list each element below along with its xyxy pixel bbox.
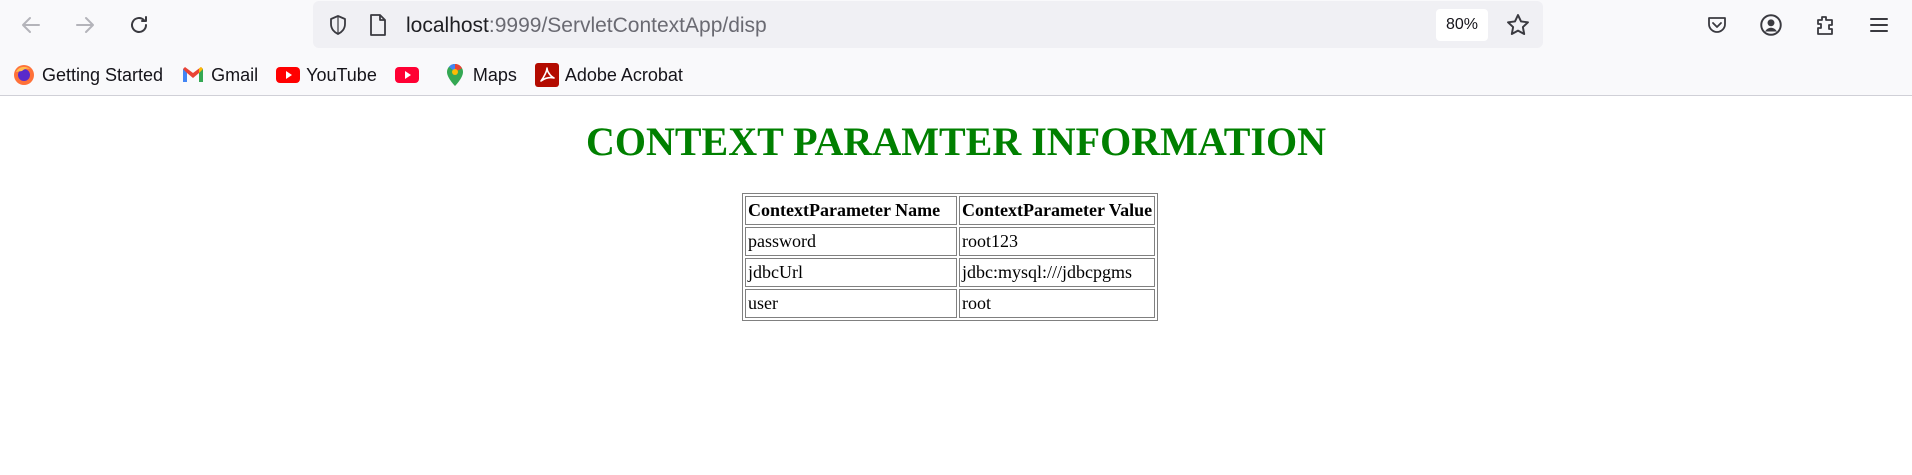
parameter-value-cell: root — [959, 289, 1156, 318]
parameter-name-cell: password — [745, 227, 957, 256]
reload-icon — [131, 16, 147, 33]
navigation-toolbar: localhost:9999/ServletContextApp/disp 80… — [0, 0, 1912, 50]
bookmark-label: YouTube — [306, 64, 377, 85]
bookmark-adobe-acrobat[interactable]: Adobe Acrobat — [534, 63, 683, 87]
maps-icon — [443, 63, 467, 87]
url-text[interactable]: localhost:9999/ServletContextApp/disp — [406, 14, 767, 38]
bookmark-label: Getting Started — [42, 64, 164, 85]
firefox-icon — [12, 63, 36, 87]
column-header-value: ContextParameter Value — [959, 196, 1156, 225]
table-header-row: ContextParameter Name ContextParameter V… — [745, 196, 1156, 225]
adobe-acrobat-icon — [534, 63, 559, 87]
url-host: localhost — [406, 14, 489, 37]
parameter-value-cell: jdbc:mysql:///jdbcpgms — [959, 258, 1156, 287]
parameter-value-cell: root123 — [959, 227, 1156, 256]
bookmark-label: Maps — [472, 64, 517, 85]
page-icon[interactable] — [365, 12, 391, 38]
forward-button[interactable] — [68, 8, 102, 42]
page-title: CONTEXT PARAMTER INFORMATION — [585, 119, 1327, 164]
reload-button[interactable] — [122, 8, 156, 42]
address-bar[interactable]: localhost:9999/ServletContextApp/disp 80… — [313, 1, 1543, 48]
browser-chrome: localhost:9999/ServletContextApp/disp 80… — [0, 0, 1912, 96]
table-row: password root123 — [745, 227, 1156, 256]
parameter-name-cell: user — [745, 289, 957, 318]
context-parameter-table: ContextParameter Name ContextParameter V… — [742, 193, 1159, 321]
parameter-name-cell: jdbcUrl — [745, 258, 957, 287]
bookmark-youtube[interactable]: YouTube — [276, 63, 377, 87]
pocket-icon[interactable] — [1700, 8, 1734, 42]
bookmark-getting-started[interactable]: Getting Started — [12, 63, 163, 87]
back-button[interactable] — [14, 8, 48, 42]
youtube-icon — [276, 63, 301, 87]
forward-arrow-icon — [76, 17, 94, 33]
account-icon[interactable] — [1754, 8, 1788, 42]
extensions-icon[interactable] — [1808, 8, 1842, 42]
bookmark-youtube-2[interactable] — [394, 63, 425, 87]
bookmark-label: Adobe Acrobat — [564, 64, 683, 85]
column-header-name: ContextParameter Name — [745, 196, 957, 225]
youtube-icon — [394, 63, 419, 87]
bookmarks-toolbar: Getting Started Gmail YouTube Maps Adobe… — [0, 58, 701, 92]
bookmark-maps[interactable]: Maps — [443, 63, 517, 87]
back-arrow-icon — [22, 17, 40, 33]
bookmark-label: Gmail — [211, 64, 259, 85]
gmail-icon — [181, 63, 205, 87]
url-path: :9999/ServletContextApp/disp — [488, 14, 767, 37]
page-content: CONTEXT PARAMTER INFORMATION ContextPara… — [0, 96, 1912, 474]
shield-icon[interactable] — [325, 12, 351, 38]
menu-icon[interactable] — [1862, 8, 1896, 42]
table-row: user root — [745, 289, 1156, 318]
table-row: jdbcUrl jdbc:mysql:///jdbcpgms — [745, 258, 1156, 287]
bookmark-gmail[interactable]: Gmail — [181, 63, 258, 87]
star-icon[interactable] — [1505, 12, 1531, 38]
zoom-level-button[interactable]: 80% — [1436, 9, 1488, 41]
